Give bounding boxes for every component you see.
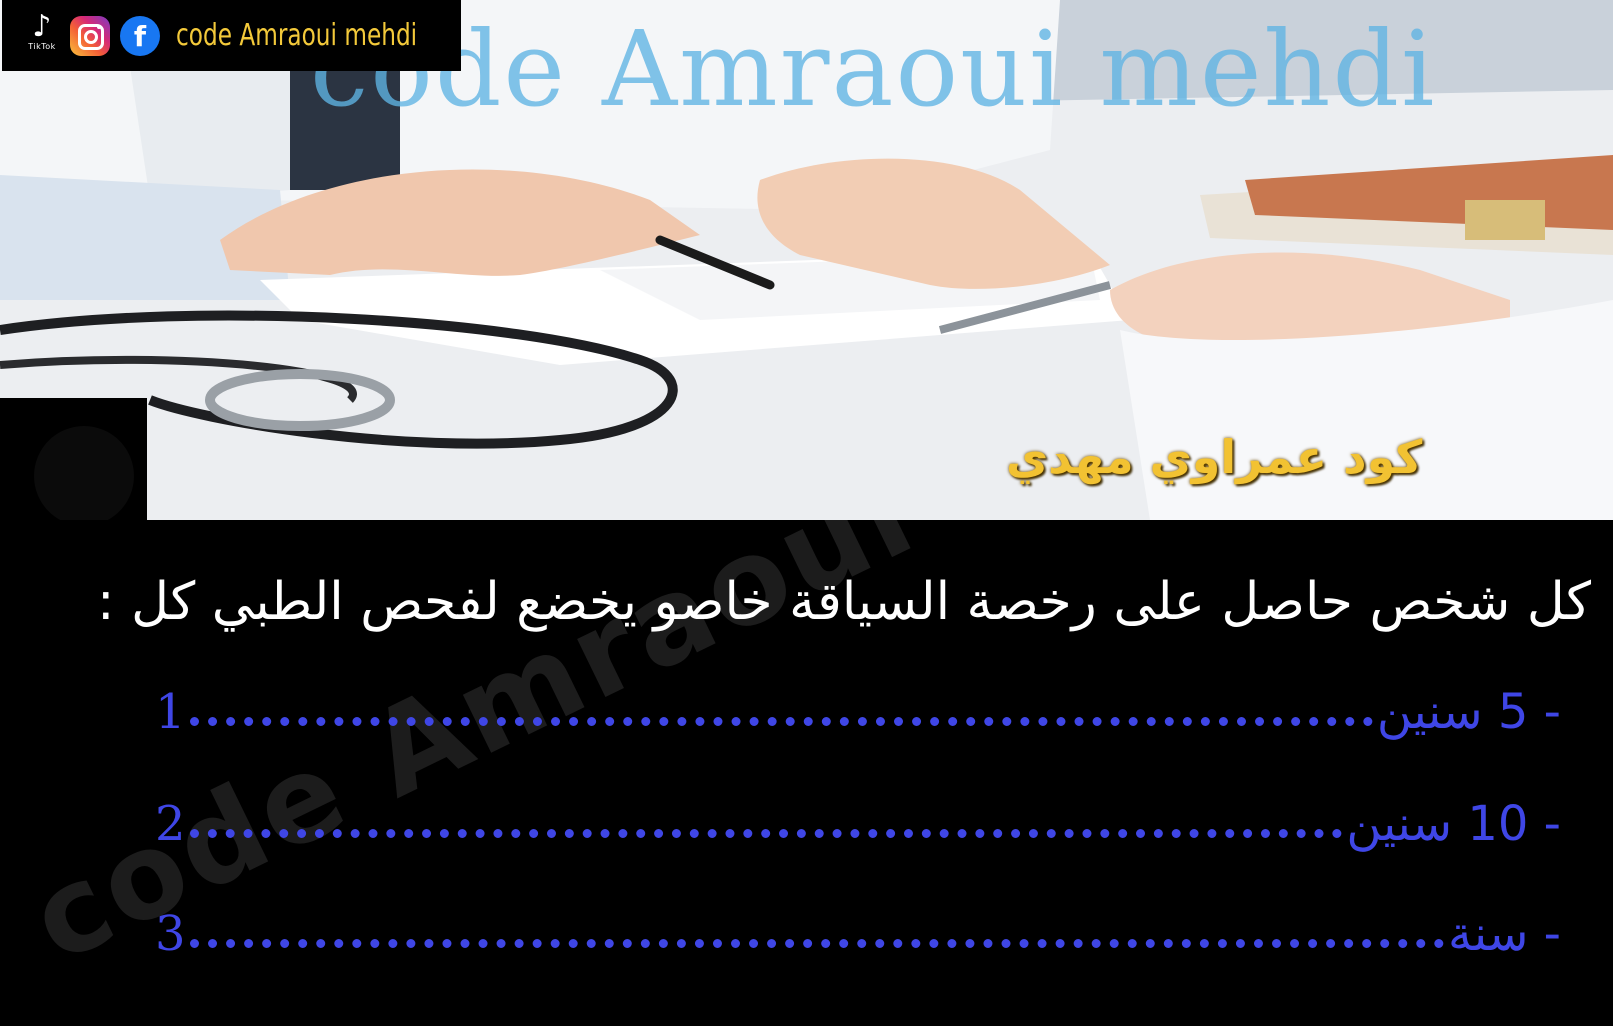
tiktok-label: TikTok [28, 41, 56, 51]
answer-dotted-line [189, 829, 1343, 838]
channel-name: code Amraoui mehdi [176, 18, 418, 53]
instagram-icon[interactable] [70, 15, 110, 56]
facebook-icon[interactable]: f [120, 15, 160, 56]
black-corner-overlay [0, 398, 147, 520]
answer-option-3[interactable]: 3 - سنة [155, 892, 1561, 962]
answer-option-1[interactable]: 1 - 5 سنين [155, 670, 1561, 740]
answer-text: - 10 سنين [1346, 796, 1561, 852]
question-panel: code Amraoui mehdi كل شخص حاصل على رخصة … [0, 520, 1613, 1026]
answer-option-2[interactable]: 2 - 10 سنين [155, 782, 1561, 852]
social-bar: ♪ TikTok f code Amraoui mehdi [2, 0, 461, 71]
answer-text: - سنة [1447, 906, 1561, 962]
answer-number: 3 [155, 906, 186, 962]
answer-dotted-line [189, 717, 1373, 726]
channel-arabic-tag: كود عمراوي مهدي [1006, 430, 1423, 484]
answer-number: 2 [155, 796, 186, 852]
answer-dotted-line [189, 939, 1444, 948]
channel-watermark-top: code Amraoui mehdi [310, 8, 1437, 130]
corner-ring [34, 426, 134, 520]
question-text: كل شخص حاصل على رخصة السياقة خاصو يخضع ل… [97, 572, 1591, 632]
tiktok-note-glyph: ♪ [32, 8, 52, 44]
answer-text: - 5 سنين [1376, 684, 1561, 740]
doctor-photo: code Amraoui mehdi كود عمراوي مهدي [0, 0, 1613, 520]
tiktok-icon[interactable]: ♪ TikTok [24, 8, 60, 60]
answer-number: 1 [155, 684, 186, 740]
